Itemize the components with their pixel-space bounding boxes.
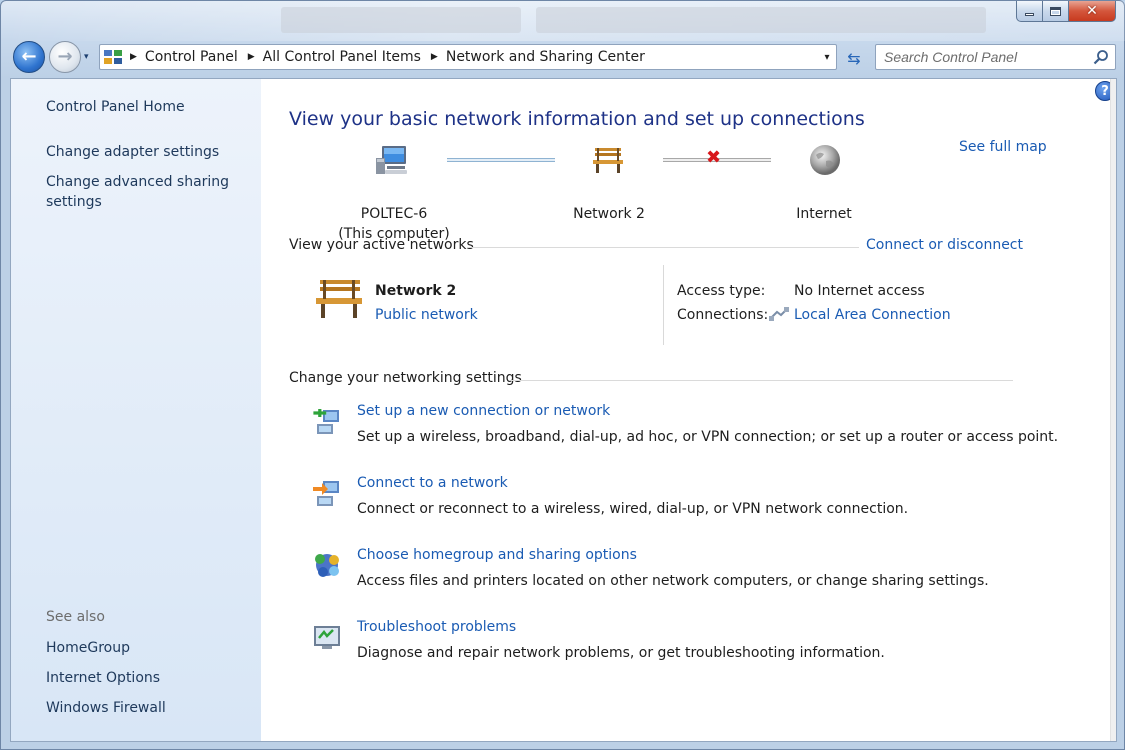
- page-title: View your basic network information and …: [289, 108, 865, 130]
- breadcrumb-separator-icon[interactable]: ▶: [431, 52, 438, 62]
- active-networks-heading: View your active networks: [289, 237, 474, 253]
- breadcrumb-network-sharing-center[interactable]: Network and Sharing Center: [446, 49, 645, 65]
- map-internet-label: Internet: [796, 206, 852, 222]
- network-location-type-link[interactable]: Public network: [375, 307, 478, 323]
- search-box: [875, 44, 1116, 70]
- section-divider: [511, 380, 1013, 381]
- window-frame: ✕ ← → ▾ ▶ Control Panel ▶ All Control Pa…: [0, 0, 1125, 750]
- task-desc-homegroup: Access files and printers located on oth…: [357, 573, 989, 589]
- public-network-bench-icon[interactable]: [591, 145, 625, 175]
- map-link-computer-network: [447, 158, 555, 162]
- address-dropdown-button[interactable]: ▾: [818, 45, 836, 69]
- vertical-scrollbar[interactable]: [1110, 79, 1116, 741]
- new-connection-icon: [313, 409, 339, 434]
- back-arrow-icon: ←: [21, 46, 37, 67]
- task-link-new-connection[interactable]: Set up a new connection or network: [357, 403, 610, 419]
- forward-button[interactable]: →: [49, 41, 81, 73]
- breadcrumb-all-items[interactable]: All Control Panel Items: [263, 49, 421, 65]
- connect-or-disconnect-link[interactable]: Connect or disconnect: [866, 237, 1023, 253]
- homegroup-icon: [315, 554, 339, 577]
- background-ribbon-ghost: [536, 7, 986, 33]
- search-input[interactable]: [876, 45, 1086, 69]
- network-map: POLTEC-6 (This computer) Network 2 ✖ Int…: [289, 139, 1046, 242]
- sidebar-link-change-advanced-sharing[interactable]: Change advanced sharing settings: [46, 172, 246, 212]
- address-bar[interactable]: ▶ Control Panel ▶ All Control Panel Item…: [99, 44, 837, 70]
- task-homegroup: Choose homegroup and sharing options Acc…: [289, 547, 1029, 603]
- broken-connection-icon[interactable]: ✖: [706, 147, 721, 168]
- active-network-panel: Network 2 Public network Access type: No…: [289, 262, 1029, 347]
- task-new-connection: Set up a new connection or network Set u…: [289, 403, 1058, 459]
- access-type-value: No Internet access: [794, 283, 925, 299]
- search-icon[interactable]: [1093, 49, 1109, 65]
- see-also-heading: See also: [46, 609, 105, 625]
- close-icon: ✕: [1086, 3, 1098, 19]
- see-also-link-windows-firewall[interactable]: Windows Firewall: [46, 698, 246, 718]
- minimize-button[interactable]: [1016, 1, 1043, 22]
- task-link-connect-network[interactable]: Connect to a network: [357, 475, 508, 491]
- refresh-button[interactable]: ⇆: [843, 47, 865, 69]
- back-button[interactable]: ←: [13, 41, 45, 73]
- see-also-link-internet-options[interactable]: Internet Options: [46, 668, 246, 688]
- troubleshoot-icon: [314, 626, 340, 649]
- task-link-homegroup[interactable]: Choose homegroup and sharing options: [357, 547, 637, 563]
- minimize-icon: [1025, 12, 1034, 16]
- control-panel-icon: [100, 45, 126, 69]
- connections-label: Connections:: [677, 307, 769, 323]
- task-desc-new-connection: Set up a wireless, broadband, dial-up, a…: [357, 429, 1059, 445]
- computer-icon[interactable]: [374, 144, 410, 176]
- forward-arrow-icon: →: [57, 46, 73, 67]
- networking-settings-heading: Change your networking settings: [289, 370, 522, 386]
- connect-network-icon: [313, 481, 339, 506]
- local-area-connection-link[interactable]: Local Area Connection: [794, 307, 951, 323]
- task-troubleshoot: Troubleshoot problems Diagnose and repai…: [289, 619, 1029, 675]
- active-network-name: Network 2: [375, 283, 457, 299]
- background-ribbon-ghost: [281, 7, 521, 33]
- access-type-label: Access type:: [677, 283, 766, 299]
- navigation-bar: ← → ▾ ▶ Control Panel ▶ All Control Pane…: [11, 39, 1117, 73]
- caption-buttons: ✕: [1016, 1, 1116, 23]
- task-desc-connect-network: Connect or reconnect to a wireless, wire…: [357, 501, 909, 517]
- help-icon: ?: [1101, 83, 1109, 99]
- maximize-icon: [1050, 6, 1061, 16]
- task-desc-troubleshoot: Diagnose and repair network problems, or…: [357, 645, 885, 661]
- see-also-link-homegroup[interactable]: HomeGroup: [46, 638, 246, 658]
- sidebar-link-change-adapter-settings[interactable]: Change adapter settings: [46, 142, 246, 162]
- panel-divider: [663, 265, 664, 345]
- refresh-icon: ⇆: [847, 48, 861, 68]
- public-network-bench-icon: [316, 280, 362, 318]
- maximize-button[interactable]: [1043, 1, 1069, 22]
- sidebar-link-control-panel-home[interactable]: Control Panel Home: [46, 97, 246, 117]
- local-area-connection-icon: [769, 307, 789, 321]
- see-full-map-link[interactable]: See full map: [959, 139, 1047, 155]
- main-content: ? View your basic network information an…: [261, 79, 1116, 741]
- internet-globe-icon[interactable]: [808, 143, 842, 177]
- task-pane: Control Panel Home Change adapter settin…: [11, 79, 261, 741]
- close-button[interactable]: ✕: [1069, 1, 1116, 22]
- title-bar[interactable]: [1, 1, 1125, 41]
- recent-pages-dropdown[interactable]: ▾: [84, 52, 89, 62]
- section-divider: [467, 247, 859, 248]
- task-link-troubleshoot[interactable]: Troubleshoot problems: [357, 619, 516, 635]
- computer-name: POLTEC-6: [360, 206, 428, 222]
- client-area: Control Panel Home Change adapter settin…: [10, 78, 1117, 742]
- task-connect-network: Connect to a network Connect or reconnec…: [289, 475, 1029, 531]
- breadcrumb-separator-icon[interactable]: ▶: [248, 52, 255, 62]
- breadcrumb-separator-icon[interactable]: ▶: [130, 52, 137, 62]
- map-network-label: Network 2: [573, 206, 645, 222]
- breadcrumb-control-panel[interactable]: Control Panel: [145, 49, 238, 65]
